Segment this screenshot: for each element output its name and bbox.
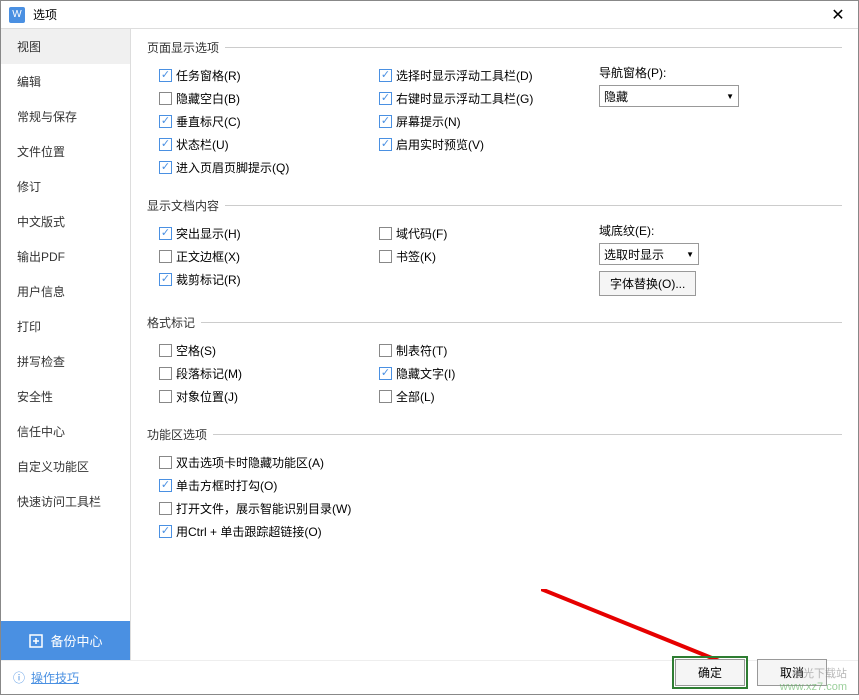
sidebar-item-user-info[interactable]: 用户信息 <box>1 274 130 309</box>
checkbox-icon <box>159 250 172 263</box>
checkbox-icon <box>159 138 172 151</box>
checkbox-icon <box>159 367 172 380</box>
checkbox-icon <box>379 390 392 403</box>
checkbox-icon <box>159 502 172 515</box>
check-screen-tips[interactable]: 屏幕提示(N) <box>379 110 599 133</box>
check-highlight[interactable]: 突出显示(H) <box>159 222 379 245</box>
sidebar-item-view[interactable]: 视图 <box>1 29 130 64</box>
app-icon: W <box>9 7 25 23</box>
section-format-marks: 格式标记 空格(S) 段落标记(M) 对象位置(J) 制表符(T) 隐藏文字(I… <box>147 314 842 414</box>
checkbox-icon <box>159 525 172 538</box>
check-crop-marks[interactable]: 裁剪标记(R) <box>159 268 379 291</box>
checkbox-icon <box>379 92 392 105</box>
checkbox-icon <box>379 227 392 240</box>
check-tabs[interactable]: 制表符(T) <box>379 339 599 362</box>
checkbox-icon <box>379 115 392 128</box>
field-shading-label: 域底纹(E): <box>599 222 842 239</box>
legend-page-display: 页面显示选项 <box>147 39 225 56</box>
legend-ribbon: 功能区选项 <box>147 426 213 443</box>
nav-pane-dropdown[interactable]: 隐藏 ▼ <box>599 85 739 107</box>
checkbox-icon <box>159 390 172 403</box>
check-object-pos[interactable]: 对象位置(J) <box>159 385 379 408</box>
checkbox-icon <box>159 273 172 286</box>
sidebar-item-custom-ribbon[interactable]: 自定义功能区 <box>1 449 130 484</box>
sidebar-item-spellcheck[interactable]: 拼写检查 <box>1 344 130 379</box>
backup-label: 备份中心 <box>50 631 102 650</box>
checkbox-icon <box>379 69 392 82</box>
checkbox-icon <box>379 138 392 151</box>
check-status-bar[interactable]: 状态栏(U) <box>159 133 379 156</box>
check-field-code[interactable]: 域代码(F) <box>379 222 599 245</box>
caret-down-icon: ▼ <box>686 250 694 259</box>
check-task-pane[interactable]: 任务窗格(R) <box>159 64 379 87</box>
legend-doc-content: 显示文档内容 <box>147 197 225 214</box>
section-ribbon: 功能区选项 双击选项卡时隐藏功能区(A) 单击方框时打勾(O) 打开文件，展示智… <box>147 426 842 549</box>
check-spaces[interactable]: 空格(S) <box>159 339 379 362</box>
check-select-float-toolbar[interactable]: 选择时显示浮动工具栏(D) <box>379 64 599 87</box>
checkbox-icon <box>159 344 172 357</box>
check-hidden-text[interactable]: 隐藏文字(I) <box>379 362 599 385</box>
checkbox-icon <box>379 250 392 263</box>
sidebar-item-chinese-layout[interactable]: 中文版式 <box>1 204 130 239</box>
sidebar: 视图 编辑 常规与保存 文件位置 修订 中文版式 输出PDF 用户信息 打印 拼… <box>1 29 131 660</box>
backup-icon <box>28 633 44 649</box>
field-shading-dropdown[interactable]: 选取时显示 ▼ <box>599 243 699 265</box>
check-dblclick-hide[interactable]: 双击选项卡时隐藏功能区(A) <box>159 451 842 474</box>
caret-down-icon: ▼ <box>726 92 734 101</box>
check-bookmarks[interactable]: 书签(K) <box>379 245 599 268</box>
checkbox-icon <box>159 115 172 128</box>
checkbox-icon <box>159 92 172 105</box>
sidebar-item-print[interactable]: 打印 <box>1 309 130 344</box>
check-rclick-float-toolbar[interactable]: 右键时显示浮动工具栏(G) <box>379 87 599 110</box>
check-open-smart[interactable]: 打开文件，展示智能识别目录(W) <box>159 497 842 520</box>
check-header-footer-prompt[interactable]: 进入页眉页脚提示(Q) <box>159 156 379 179</box>
sidebar-item-quick-access[interactable]: 快速访问工具栏 <box>1 484 130 519</box>
checkbox-icon <box>159 69 172 82</box>
ok-button[interactable]: 确定 <box>675 659 745 686</box>
sidebar-item-security[interactable]: 安全性 <box>1 379 130 414</box>
footer: 确定 取消 <box>659 651 843 694</box>
titlebar: W 选项 ✕ <box>1 1 858 29</box>
sidebar-item-file-location[interactable]: 文件位置 <box>1 134 130 169</box>
check-click-check[interactable]: 单击方框时打勾(O) <box>159 474 842 497</box>
info-icon: ⓘ <box>13 669 25 686</box>
check-all[interactable]: 全部(L) <box>379 385 599 408</box>
checkbox-icon <box>159 456 172 469</box>
checkbox-icon <box>379 367 392 380</box>
sidebar-item-trust-center[interactable]: 信任中心 <box>1 414 130 449</box>
nav-pane-label: 导航窗格(P): <box>599 64 842 81</box>
checkbox-icon <box>379 344 392 357</box>
sidebar-item-general-save[interactable]: 常规与保存 <box>1 99 130 134</box>
section-page-display: 页面显示选项 任务窗格(R) 隐藏空白(B) 垂直标尺(C) 状态栏(U) 进入… <box>147 39 842 185</box>
check-vertical-ruler[interactable]: 垂直标尺(C) <box>159 110 379 133</box>
backup-center-button[interactable]: 备份中心 <box>1 621 130 660</box>
check-text-border[interactable]: 正文边框(X) <box>159 245 379 268</box>
checkbox-icon <box>159 479 172 492</box>
legend-format-marks: 格式标记 <box>147 314 201 331</box>
dialog-title: 选项 <box>33 6 826 23</box>
close-button[interactable]: ✕ <box>826 3 850 27</box>
check-ctrl-hyperlink[interactable]: 用Ctrl + 单击跟踪超链接(O) <box>159 520 842 543</box>
checkbox-icon <box>159 161 172 174</box>
font-replace-button[interactable]: 字体替换(O)... <box>599 271 696 296</box>
sidebar-item-edit[interactable]: 编辑 <box>1 64 130 99</box>
cancel-button[interactable]: 取消 <box>757 659 827 686</box>
sidebar-item-output-pdf[interactable]: 输出PDF <box>1 239 130 274</box>
content-panel: 页面显示选项 任务窗格(R) 隐藏空白(B) 垂直标尺(C) 状态栏(U) 进入… <box>131 29 858 660</box>
section-doc-content: 显示文档内容 突出显示(H) 正文边框(X) 裁剪标记(R) 域代码(F) 书签… <box>147 197 842 302</box>
check-hide-blank[interactable]: 隐藏空白(B) <box>159 87 379 110</box>
checkbox-icon <box>159 227 172 240</box>
annotation-arrow <box>541 589 831 660</box>
check-live-preview[interactable]: 启用实时预览(V) <box>379 133 599 156</box>
sidebar-item-revision[interactable]: 修订 <box>1 169 130 204</box>
check-para-marks[interactable]: 段落标记(M) <box>159 362 379 385</box>
